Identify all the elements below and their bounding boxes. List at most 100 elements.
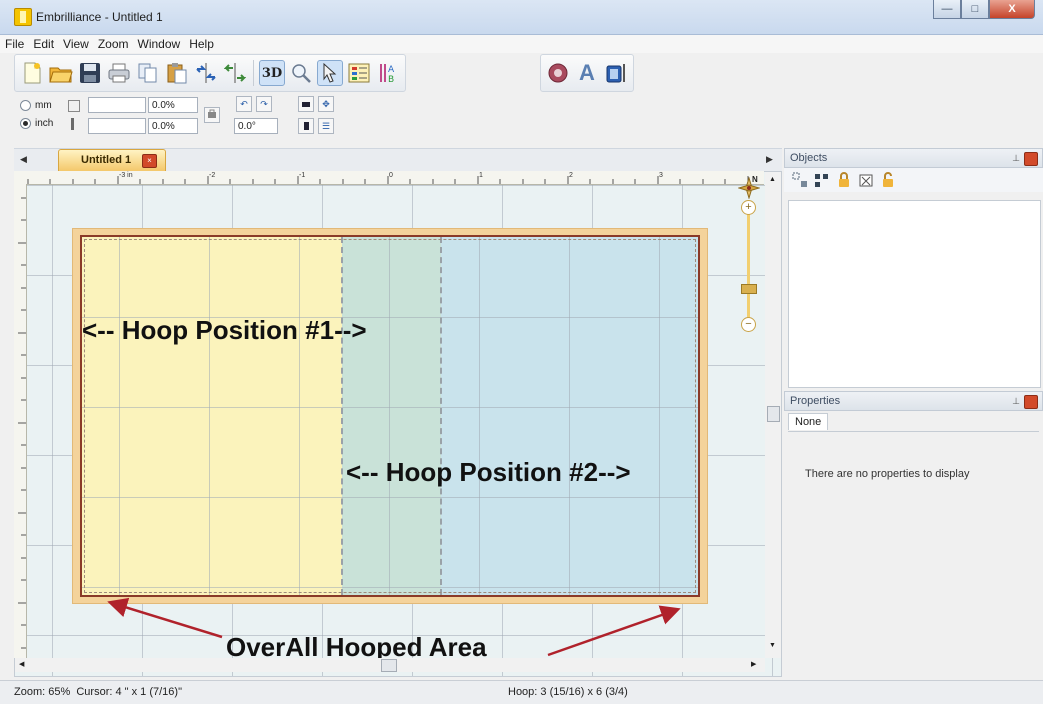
align-top-button[interactable] (298, 96, 314, 112)
new-file-icon[interactable] (19, 60, 45, 86)
close-panel-icon[interactable] (1024, 395, 1038, 409)
menu-zoom[interactable]: Zoom (93, 35, 133, 53)
center-icon: ✥ (322, 99, 330, 109)
zoom-in-icon[interactable]: + (741, 200, 756, 215)
app-window: Embrilliance - Untitled 1 — □ X File Edi… (0, 0, 1043, 704)
compass-icon[interactable]: N (737, 175, 761, 200)
ruler-top-label: 2 (569, 172, 573, 179)
unit-inch-option[interactable]: inch (20, 118, 53, 129)
menu-bar: File Edit View Zoom Window Help (0, 35, 1043, 53)
compass-north-label: N (752, 175, 758, 184)
horizontal-scrollbar[interactable]: ◀ ▶ (15, 658, 765, 672)
text-letter-icon[interactable]: A (574, 60, 600, 86)
unlock-icon[interactable] (880, 172, 896, 188)
menu-help[interactable]: Help (184, 35, 218, 53)
color-list-icon[interactable] (346, 60, 372, 86)
unit-mm-label: mm (35, 100, 52, 111)
pin-icon[interactable]: ⊥ (1012, 396, 1020, 407)
height-percent-field[interactable]: 0.0% (148, 118, 198, 134)
width-field[interactable] (88, 97, 146, 113)
zoom-cursor-status: Zoom: 65% Cursor: 4 " x 1 (7/16)" (14, 686, 182, 698)
ruler-top-label: 0 (389, 172, 393, 179)
align-top-icon (302, 102, 310, 107)
copy-icon[interactable] (135, 60, 161, 86)
hoop-icon[interactable] (603, 60, 629, 86)
rotation-field[interactable]: 0.0° (234, 118, 278, 134)
document-tab-strip: ◀ Untitled 1 × ▶ (14, 148, 782, 171)
menu-edit[interactable]: Edit (28, 35, 58, 53)
mirror-horizontal-icon[interactable] (193, 60, 219, 86)
distribute-button[interactable]: ☰ (318, 118, 334, 134)
3d-toggle-icon: 3D (261, 65, 283, 81)
unit-mm-option[interactable]: mm (20, 100, 52, 111)
width-percent-field[interactable]: 0.0% (148, 97, 198, 113)
vertical-scroll-thumb[interactable] (767, 406, 780, 422)
tab-untitled-1[interactable]: Untitled 1 × (58, 149, 166, 171)
print-icon[interactable] (106, 60, 132, 86)
objects-panel-header: Objects ⊥ (784, 148, 1043, 168)
ungroup-icon[interactable] (814, 172, 830, 188)
close-panel-icon[interactable] (1024, 152, 1038, 166)
scroll-up-icon[interactable]: ▲ (769, 176, 776, 183)
lock-icon[interactable] (836, 172, 852, 188)
ruler-top-label: -2 (209, 172, 216, 179)
magnifier-icon[interactable] (288, 60, 314, 86)
pin-icon[interactable]: ⊥ (1012, 153, 1020, 164)
scroll-right-icon[interactable]: ▶ (751, 660, 756, 668)
unit-inch-label: inch (35, 118, 54, 129)
tab-divider (788, 431, 1039, 432)
menu-file[interactable]: File (0, 35, 28, 53)
text-letter-glyph: A (579, 60, 595, 85)
window-title: Embrilliance - Untitled 1 (36, 10, 163, 24)
width-icon (68, 100, 80, 112)
title-bar: Embrilliance - Untitled 1 — □ X (0, 0, 1043, 35)
maximize-button[interactable]: □ (961, 0, 989, 19)
zoom-slider-thumb[interactable] (741, 284, 757, 294)
zoom-slider-track[interactable] (747, 205, 750, 323)
objects-panel-title: Objects (790, 152, 828, 164)
tab-scroll-right-icon[interactable]: ▶ (766, 154, 773, 165)
ruler-top-label: -3 in (119, 172, 133, 179)
tab-none[interactable]: None (788, 413, 829, 430)
properties-panel-header: Properties ⊥ (784, 391, 1043, 411)
lock-proportions-button[interactable] (204, 107, 220, 123)
paste-icon[interactable] (164, 60, 190, 86)
align-left-button[interactable] (298, 118, 314, 134)
menu-window[interactable]: Window (133, 35, 185, 53)
stitch-player-icon[interactable] (545, 60, 571, 86)
zoom-out-icon[interactable]: − (741, 317, 756, 332)
transform-options: mm inch 0.0% 0.0% ↶ ↷ 0.0° ✥ ☰ (14, 92, 344, 140)
save-icon[interactable] (77, 60, 103, 86)
toolbar-separator (253, 60, 254, 86)
tab-close-icon[interactable]: × (142, 154, 157, 168)
delete-icon[interactable] (858, 172, 874, 188)
rotate-right-button[interactable]: ↷ (256, 96, 272, 112)
scroll-left-icon[interactable]: ◀ (19, 660, 24, 668)
unit-inch-radio[interactable] (20, 118, 31, 129)
mirror-vertical-icon[interactable] (222, 60, 248, 86)
select-pointer-icon[interactable] (317, 60, 343, 86)
unit-mm-radio[interactable] (20, 100, 31, 111)
close-button[interactable]: X (989, 0, 1035, 19)
stitch-info-icon[interactable]: AB (375, 60, 401, 86)
hoop-position-1-label: <-- Hoop Position #1--> (82, 315, 367, 345)
scroll-down-icon[interactable]: ▼ (769, 642, 776, 649)
center-button[interactable]: ✥ (318, 96, 334, 112)
group-icon[interactable] (792, 172, 808, 188)
overall-hooped-area[interactable] (80, 235, 700, 597)
height-field[interactable] (88, 118, 146, 134)
open-folder-icon[interactable] (48, 60, 74, 86)
3d-toggle-button[interactable]: 3D (259, 60, 285, 86)
horizontal-scroll-thumb[interactable] (381, 659, 397, 672)
objects-toolbar (784, 168, 1043, 192)
tab-scroll-left-icon[interactable]: ◀ (20, 154, 27, 165)
rotate-left-button[interactable]: ↶ (236, 96, 252, 112)
menu-view[interactable]: View (58, 35, 93, 53)
minimize-button[interactable]: — (933, 0, 961, 19)
vertical-scrollbar[interactable]: ▲ ▼ (765, 172, 781, 658)
hoop-position-2-label: <-- Hoop Position #2--> (346, 457, 631, 487)
objects-list[interactable] (788, 200, 1041, 388)
ruler-top-label: 3 (659, 172, 663, 179)
embroidery-toolbar: A (540, 54, 634, 92)
main-toolbar: 3D AB (14, 54, 406, 92)
